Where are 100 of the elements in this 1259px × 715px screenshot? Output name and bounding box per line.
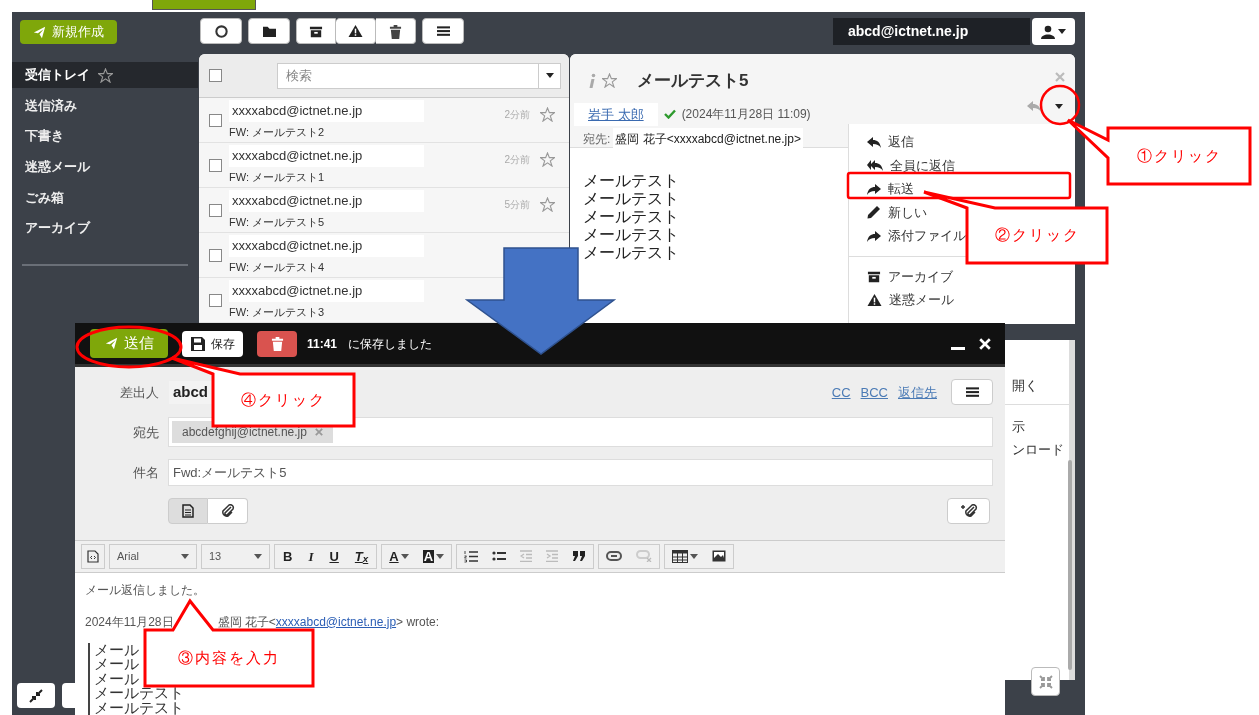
quoted-line: メールテスト bbox=[94, 700, 184, 715]
quoted-line: メールテスト bbox=[94, 686, 184, 701]
sidebar-item[interactable]: 迷惑メール bbox=[12, 153, 198, 180]
subject-field[interactable]: Fwd:メールテスト5 bbox=[168, 459, 993, 487]
sidebar-item[interactable]: 下書き bbox=[12, 123, 198, 150]
cropped-button[interactable] bbox=[152, 0, 256, 10]
compress-button[interactable] bbox=[1031, 667, 1060, 696]
checkbox[interactable] bbox=[209, 69, 222, 82]
menu-item[interactable]: 開く bbox=[1012, 376, 1038, 396]
refresh-button[interactable] bbox=[200, 18, 242, 44]
more-actions-button[interactable] bbox=[1055, 103, 1063, 109]
message-sender: xxxxabcd@ictnet.ne.jp bbox=[229, 145, 424, 167]
format-button[interactable]: U bbox=[321, 544, 347, 568]
quoted-line: メール bbox=[94, 671, 139, 686]
add-attachment-icon bbox=[959, 504, 978, 519]
plain-text-button[interactable] bbox=[168, 498, 208, 525]
message-title: メールテスト5 bbox=[637, 70, 749, 92]
caret-icon bbox=[254, 553, 262, 559]
background-color-button[interactable]: A bbox=[415, 544, 451, 568]
callout-text: ①クリック bbox=[1136, 145, 1222, 166]
pencil-icon bbox=[867, 205, 881, 220]
format-button[interactable]: I bbox=[300, 544, 322, 568]
checkbox[interactable] bbox=[209, 158, 222, 172]
text-color-button[interactable]: A bbox=[382, 544, 416, 568]
message-body-line: メールテスト bbox=[583, 244, 679, 262]
font-size-select[interactable]: 13 bbox=[201, 543, 270, 569]
checkbox[interactable] bbox=[209, 248, 222, 262]
info-icon bbox=[588, 72, 596, 89]
folder-icon bbox=[261, 24, 277, 38]
message-sender: xxxxabcd@ictnet.ne.jp bbox=[229, 100, 424, 122]
sidebar-item[interactable]: 受信トレイ bbox=[12, 62, 198, 88]
format-button[interactable]: B bbox=[275, 544, 301, 568]
header-link[interactable]: CC bbox=[831, 382, 851, 403]
document-icon bbox=[182, 504, 194, 519]
menu-item[interactable]: 全員に返信 bbox=[867, 155, 955, 175]
callout-text: ④クリック bbox=[241, 389, 326, 410]
checkbox[interactable] bbox=[209, 203, 222, 217]
quote-date: 2024年11月28日 bbox=[85, 613, 174, 631]
source-button[interactable] bbox=[81, 543, 105, 569]
star-icon bbox=[540, 107, 555, 122]
folder-button[interactable] bbox=[248, 18, 290, 44]
menu-item[interactable]: 示 bbox=[1012, 417, 1025, 437]
message-time: 2分前 bbox=[504, 153, 530, 167]
close-icon bbox=[314, 428, 323, 437]
menu-item[interactable]: 新しい bbox=[867, 202, 927, 222]
add-attachment-button[interactable] bbox=[947, 498, 990, 525]
collapse-button[interactable] bbox=[17, 683, 55, 708]
discard-button[interactable] bbox=[257, 330, 297, 357]
menu-item[interactable]: ンロード bbox=[1012, 440, 1064, 460]
checkbox[interactable] bbox=[209, 293, 222, 307]
callout-text: ②クリック bbox=[994, 225, 1080, 246]
star-icon bbox=[98, 67, 113, 83]
star-icon bbox=[540, 152, 555, 167]
image-icon bbox=[712, 550, 726, 563]
recipient-field[interactable]: abcdefghij@ictnet.ne.jp bbox=[168, 417, 993, 448]
archive-button[interactable] bbox=[296, 18, 336, 44]
checkmark-icon bbox=[663, 109, 676, 120]
options-button[interactable] bbox=[951, 379, 993, 406]
checkbox[interactable] bbox=[209, 113, 222, 127]
refresh-icon bbox=[213, 23, 229, 39]
recipient-address: 盛岡 花子<xxxxabcd@ictnet.ne.jp> bbox=[613, 128, 803, 150]
header-link[interactable]: 返信先 bbox=[898, 382, 937, 403]
search-field[interactable]: 検索 bbox=[277, 62, 539, 89]
reply-arrow-icon bbox=[1027, 100, 1041, 112]
delete-button[interactable] bbox=[376, 18, 416, 44]
search-options-button[interactable] bbox=[539, 62, 561, 89]
paper-plane-icon bbox=[104, 337, 118, 351]
message-subject: FW: メールテスト2 bbox=[229, 124, 326, 140]
sender-link[interactable]: 岩手 太郎 bbox=[574, 102, 658, 126]
header-link[interactable]: BCC bbox=[860, 382, 888, 403]
bullet-list-icon bbox=[492, 549, 506, 563]
paperclip-icon bbox=[220, 504, 235, 519]
menu-icon bbox=[436, 25, 450, 37]
user-menu-button[interactable] bbox=[1032, 18, 1075, 45]
saved-time: 11:41 bbox=[307, 335, 338, 353]
highlight-circle bbox=[1039, 84, 1081, 126]
star-icon bbox=[540, 197, 555, 212]
close-button[interactable] bbox=[979, 337, 991, 350]
typed-message: メール返信しました。 bbox=[85, 581, 206, 599]
menu-item[interactable]: アーカイブ bbox=[867, 266, 953, 286]
quote-email-link[interactable]: xxxxabcd@ictnet.ne.jp bbox=[275, 612, 397, 631]
message-body-line: メールテスト bbox=[583, 172, 679, 190]
format-button[interactable]: T$_{x}$ bbox=[346, 544, 377, 568]
spam-button[interactable] bbox=[336, 18, 376, 44]
unlink-icon bbox=[636, 550, 652, 563]
quote-suffix: > wrote: bbox=[396, 613, 440, 631]
message-time: 5分前 bbox=[504, 198, 530, 212]
save-button[interactable]: 保存 bbox=[182, 330, 243, 357]
sidebar-item[interactable]: 送信済み bbox=[12, 92, 198, 119]
sidebar-item[interactable]: アーカイブ bbox=[12, 214, 198, 241]
attachment-button[interactable] bbox=[208, 498, 248, 525]
menu-button[interactable] bbox=[422, 18, 464, 44]
menu-item[interactable]: 返信 bbox=[867, 132, 914, 152]
compress-icon bbox=[1038, 674, 1053, 689]
menu-item[interactable]: 迷惑メール bbox=[867, 290, 954, 310]
font-family-select[interactable]: Arial bbox=[109, 543, 197, 569]
star-icon bbox=[602, 73, 617, 89]
sidebar-item[interactable]: ごみ箱 bbox=[12, 184, 198, 211]
menu-item[interactable]: 転送 bbox=[867, 179, 914, 199]
minimize-icon bbox=[951, 346, 965, 351]
